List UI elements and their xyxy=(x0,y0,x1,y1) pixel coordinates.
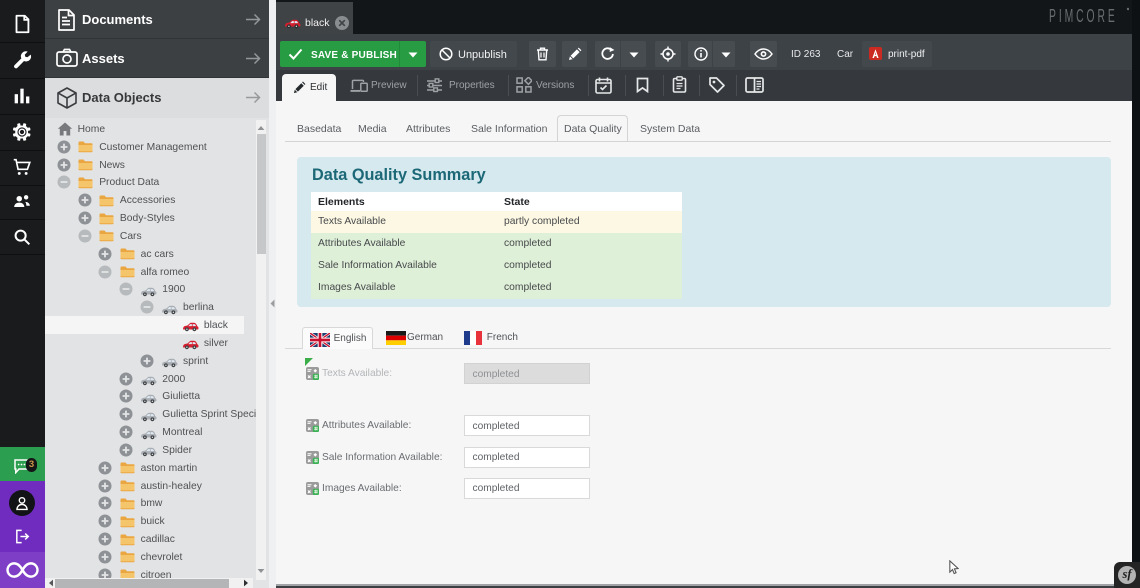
svg-text:PIMCORE: PIMCORE xyxy=(1049,6,1118,26)
